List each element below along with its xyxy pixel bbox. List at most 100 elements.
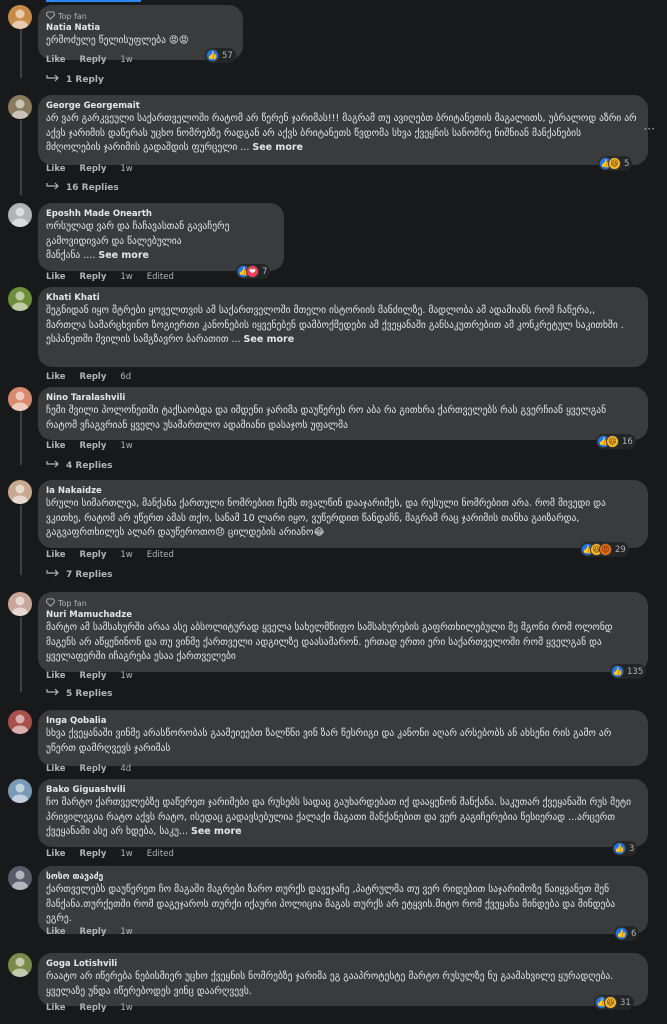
avatar[interactable] [8,953,32,977]
view-replies-link[interactable]: 4 Replies [46,460,113,471]
avatar[interactable] [8,592,32,616]
like-button[interactable]: Like [46,764,66,774]
author-name[interactable]: Khati Khati [46,293,638,304]
reaction-summary[interactable]: 👍 😆 31 [594,995,634,1010]
reaction-summary[interactable]: 👍 😆 5 [598,156,633,171]
reaction-count: 135 [627,666,644,677]
comment-timestamp[interactable]: 4d [120,764,131,774]
author-name[interactable]: Inga Qobalia [46,716,638,727]
view-replies-link[interactable]: 16 Replies [46,182,119,193]
comment-bubble: Inga Qobalia სხვა ქვეყანაში ვინმე არასწორ… [38,710,648,766]
replies-count[interactable]: 4 Replies [66,461,113,471]
reaction-summary[interactable]: 👍 135 [610,664,647,679]
comment-timestamp[interactable]: 6d [120,372,131,382]
like-button[interactable]: Like [46,441,66,451]
see-more-link[interactable]: See more [244,334,295,345]
reaction-summary[interactable]: 👍 ❤ 7 [236,264,271,279]
like-button[interactable]: Like [46,164,66,174]
angry-reaction-icon: 😡 [599,543,612,556]
reply-arrow-icon [46,460,60,471]
reply-button[interactable]: Reply [80,927,107,937]
replies-count[interactable]: 5 Replies [66,689,113,699]
like-button[interactable]: Like [46,372,66,382]
view-replies-link[interactable]: 5 Replies [46,688,113,699]
author-name[interactable]: Goga Lotishvili [46,959,638,970]
replies-count[interactable]: 7 Replies [66,570,113,580]
author-name[interactable]: Eposhh Made Onearth [46,209,274,220]
see-more-link[interactable]: See more [191,826,242,837]
avatar[interactable] [8,480,32,504]
reaction-summary[interactable]: 👍 😆 😡 29 [580,542,629,557]
view-replies-link[interactable]: 7 Replies [46,569,113,580]
reply-button[interactable]: Reply [80,764,107,774]
reaction-summary[interactable]: 👍 6 [614,926,640,941]
badge-label: Top fan [58,12,87,21]
reaction-count: 5 [624,158,630,169]
comment-bubble: Goga Lotishvili რაატო არ იწერება ნებისმიე… [38,953,648,1006]
reaction-summary[interactable]: 👍 3 [612,841,638,856]
like-button[interactable]: Like [46,1003,66,1013]
author-name[interactable]: Natia Natia [46,23,233,34]
comment-timestamp[interactable]: 1w [120,55,132,65]
reply-arrow-icon [46,74,60,85]
author-name[interactable]: Bako Giguashvili [46,785,638,796]
comment-timestamp[interactable]: 1w [120,849,132,859]
like-button[interactable]: Like [46,849,66,859]
avatar[interactable] [8,387,32,411]
avatar[interactable] [8,866,32,890]
comment-timestamp[interactable]: 1w [120,550,132,560]
see-more-link[interactable]: See more [252,142,303,153]
comment-timestamp[interactable]: 1w [120,441,132,451]
like-button[interactable]: Like [46,927,66,937]
reply-button[interactable]: Reply [80,55,107,65]
reaction-summary[interactable]: 👍 57 [205,48,236,63]
author-name[interactable]: George Georgemait [46,101,638,112]
author-name[interactable]: Nino Taralashvili [46,393,638,404]
comment-text: ჩო მარტო ქართველებზე დაწერეთ ჯარიმები და… [46,796,638,840]
reply-button[interactable]: Reply [80,272,107,282]
like-button[interactable]: Like [46,272,66,282]
replies-count[interactable]: 16 Replies [66,183,119,193]
reply-button[interactable]: Reply [80,372,107,382]
author-name[interactable]: Nuri Mamuchadze [46,610,638,621]
like-button[interactable]: Like [46,55,66,65]
see-more-link[interactable]: See more [98,250,149,261]
reply-button[interactable]: Reply [80,1003,107,1013]
comment-timestamp[interactable]: 1w [120,272,132,282]
haha-reaction-icon: 😆 [604,996,617,1009]
reaction-count: 7 [262,266,268,277]
reply-button[interactable]: Reply [80,550,107,560]
reply-button[interactable]: Reply [80,441,107,451]
comment-timestamp[interactable]: 1w [120,671,132,681]
avatar[interactable] [8,95,32,119]
avatar[interactable] [8,287,32,311]
reply-button[interactable]: Reply [80,849,107,859]
like-button[interactable]: Like [46,671,66,681]
comment-bubble: Nino Taralashvili ჩემი შვილი პოლონეთში ტა… [38,387,648,440]
comment-actions: Like Reply 4d [46,764,131,774]
love-reaction-icon: ❤ [246,265,259,278]
comment: Nino Taralashvili ჩემი შვილი პოლონეთში ტა… [8,387,659,471]
view-replies-link[interactable]: 1 Reply [46,74,104,85]
comment-text: სხვა ქვეყანაში ვინმე არასწორობას გაამეიე… [46,727,638,756]
author-name[interactable]: Ia Nakaidze [46,486,638,497]
comment-timestamp[interactable]: 1w [120,1003,132,1013]
avatar[interactable] [8,710,32,734]
comment-actions: Like Reply 1w [46,55,133,65]
comment-timestamp[interactable]: 1w [120,927,132,937]
like-button[interactable]: Like [46,550,66,560]
comment-timestamp[interactable]: 1w [120,164,132,174]
author-name[interactable]: სოსო თავაძე [46,872,638,883]
reply-button[interactable]: Reply [80,671,107,681]
reply-button[interactable]: Reply [80,164,107,174]
avatar[interactable] [8,5,32,29]
diamond-icon [45,598,56,609]
more-options-icon[interactable]: ··· [644,122,655,136]
avatar[interactable] [8,779,32,803]
comment: Ia Nakaidze სრული სიმართლეა, მანქანა ქართ… [8,480,659,580]
comment-body: ჩემი შვილი პოლონეთში ტაქსაობდა და იმდენი… [46,405,607,431]
comment-actions: Like Reply 1w [46,1003,133,1013]
reaction-summary[interactable]: 👍 😆 16 [596,434,636,449]
avatar[interactable] [8,203,32,227]
replies-count[interactable]: 1 Reply [66,75,104,85]
